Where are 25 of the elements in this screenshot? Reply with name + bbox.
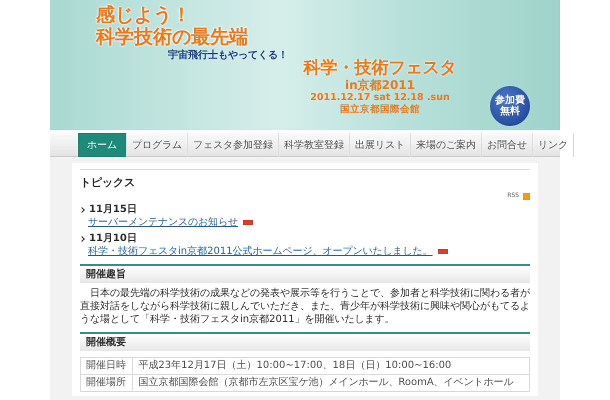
section-header: 開催趣旨: [80, 264, 530, 283]
table-cell: 国立京都国際会館（京都市左京区宝ケ池）メインホール、RoomA、イベントホール: [132, 374, 530, 392]
event-venue: 国立京都国際会館: [340, 104, 420, 116]
topic-date: 11月10日: [89, 233, 137, 245]
topics-title: トピックス: [80, 176, 135, 190]
table-cell: 平成23年12月17日（土）10:00~17:00、18日（日）10:00~16:00: [132, 358, 530, 374]
intro-paragraph: 日本の最先端の科学技術の成果などの発表や展示等を行うことで、参加者と科学技術に関わる者が直接対話をしながら科学技術に親しんでいただき、また、青少年が科学技術に興味や関心がもてるような場として「科学・技術フェスタin京都2011」を開催いたします。: [80, 287, 530, 326]
table-cell: 開催場所: [80, 374, 133, 392]
topic-link[interactable]: 科学・技術フェスタin京都2011公式ホームページ、オープンいたしました。: [88, 245, 433, 258]
rss-icon[interactable]: [523, 192, 530, 200]
banner-headline: 科学技術の最先端: [96, 26, 248, 48]
nav-tab[interactable]: ホーム: [78, 133, 127, 157]
event-subtitle: in京都2011: [344, 78, 416, 92]
topic-date: 11月15日: [89, 204, 137, 216]
venue-link[interactable]: 国立京都国際会館: [138, 377, 218, 388]
table-cell: 開催日時: [80, 358, 133, 374]
topic-link[interactable]: サーバーメンテナンスのお知らせ: [88, 216, 238, 229]
event-dates: 2011.12.17 sat 12.18 .sun: [310, 92, 450, 104]
chevron-icon: [79, 236, 85, 242]
fee-badge: 参加費 無料: [490, 86, 530, 126]
banner-headline: 感じよう！: [96, 4, 191, 26]
banner-tagline: 宇宙飛行士もやってくる！: [168, 48, 288, 63]
chevron-icon: [79, 207, 85, 213]
section-header: 開催概要: [80, 332, 530, 351]
event-title: 科学・技術フェスタ: [304, 58, 456, 78]
